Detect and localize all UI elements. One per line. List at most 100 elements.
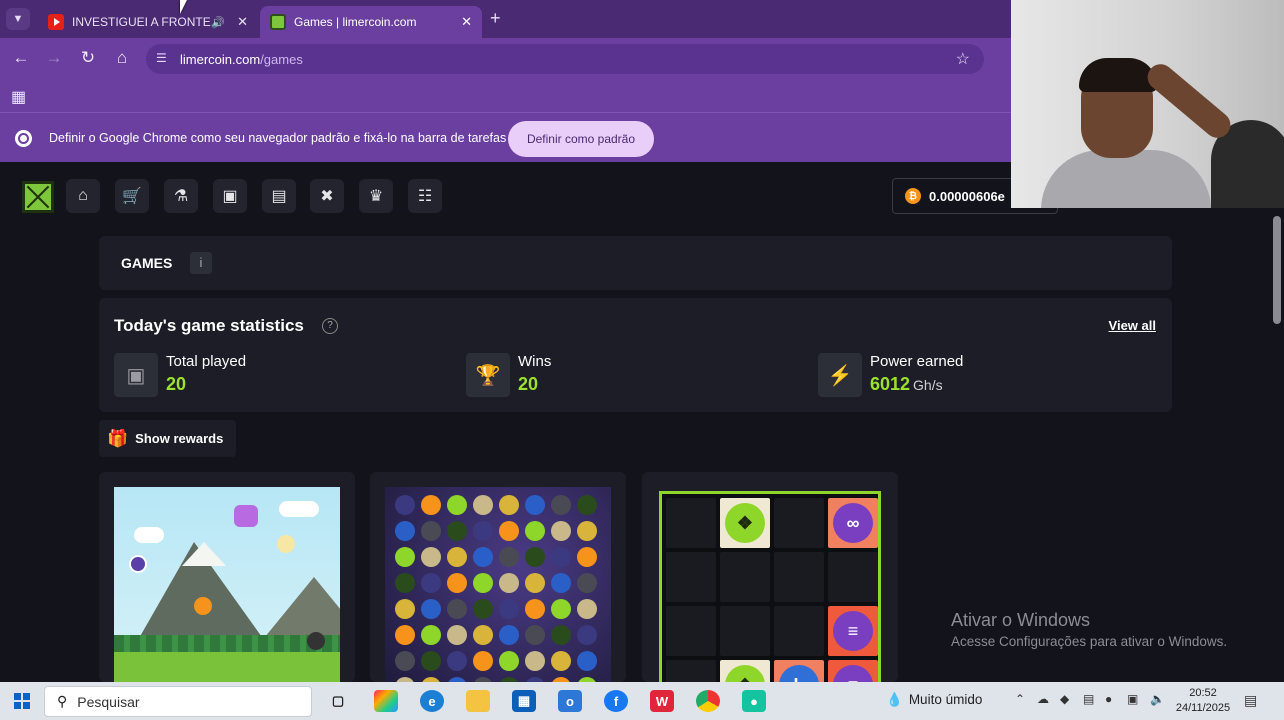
gem-tile (421, 573, 441, 593)
outlook-icon[interactable]: o (558, 690, 582, 712)
stat-value: 20 (166, 374, 187, 394)
close-tab-icon[interactable]: ✕ (237, 14, 248, 30)
crown-icon[interactable]: ♛ (359, 179, 393, 213)
newspaper-icon[interactable]: ☷ (408, 179, 442, 213)
gem-tile (499, 547, 519, 567)
search-icon: ⚲ (57, 693, 68, 709)
new-tab-button[interactable]: + (490, 8, 501, 29)
chrome-icon (15, 130, 32, 147)
gamepad-icon: ▣ (114, 353, 158, 397)
gem-tile (421, 625, 441, 645)
forward-button[interactable]: → (43, 48, 65, 68)
reload-button[interactable]: ↻ (77, 48, 99, 68)
volume-icon[interactable]: 🔈 (1150, 692, 1165, 706)
stats-title: Today's game statistics (114, 316, 304, 335)
gem-tile (395, 625, 415, 645)
gamepad-icon[interactable]: ▣ (213, 179, 247, 213)
windows-activation-title: Ativar o Windows (951, 610, 1091, 630)
gem-tile (395, 547, 415, 567)
tab-games[interactable]: Games | limercoin.com ✕ (260, 6, 482, 38)
gem-tile (473, 599, 493, 619)
game-card-merge[interactable]: ❖ ∞ ≡ ❖ Ł ≡ (642, 472, 898, 682)
limercoin-icon (270, 14, 286, 30)
balance-value: 0.00000606e (929, 188, 1005, 204)
windows-taskbar: ⚲ Pesquisar ▢ e ▦ o f W ● 💧 Muito úmido ⌃… (0, 682, 1284, 720)
tab-youtube[interactable]: INVESTIGUEI A FRONTEIRA 🔊 ✕ (38, 6, 258, 38)
gem-tile (499, 573, 519, 593)
apps-grid-icon[interactable]: ▦ (11, 87, 26, 107)
view-all-link[interactable]: View all (1109, 318, 1156, 333)
help-icon[interactable]: ? (322, 318, 338, 334)
network-icon[interactable]: ▣ (1127, 692, 1138, 706)
url-domain: limercoin.com (180, 51, 261, 67)
task-view-icon[interactable]: ▢ (326, 690, 350, 712)
show-rewards-button[interactable]: 🎁 Show rewards (99, 420, 236, 457)
gem-tile (421, 651, 441, 671)
app-icon[interactable]: ● (742, 690, 766, 712)
stat-value: 20 (518, 374, 539, 394)
flask-icon[interactable]: ⚗ (164, 179, 198, 213)
microphone-icon[interactable]: ● (1105, 692, 1112, 706)
weather-text: Muito úmido (908, 692, 983, 707)
info-icon[interactable]: i (190, 252, 212, 274)
speaker-icon[interactable]: 🔊 (211, 16, 225, 29)
tab-search-button[interactable]: ▼ (6, 8, 30, 30)
tools-icon[interactable]: ✖ (310, 179, 344, 213)
page-title: GAMES (121, 255, 173, 271)
gem-tile (525, 521, 545, 541)
limercoin-logo[interactable] (22, 181, 54, 213)
address-bar[interactable]: ☰ limercoin.com/games ☆ (146, 44, 984, 74)
notification-icon[interactable]: ▤ (1244, 692, 1257, 709)
home-button[interactable]: ⌂ (111, 48, 133, 68)
weather-widget[interactable]: 💧 Muito úmido (886, 692, 982, 708)
file-explorer-icon[interactable] (466, 690, 490, 712)
gem-tile (499, 599, 519, 619)
set-default-button[interactable]: Definir como padrão (508, 121, 654, 157)
page-scrollbar[interactable] (1270, 208, 1284, 682)
site-settings-icon[interactable]: ☰ (156, 51, 167, 65)
gem-tile (447, 547, 467, 567)
edge-icon[interactable]: e (420, 690, 444, 712)
stat-label: Wins (518, 353, 552, 370)
game-card-jump[interactable] (99, 472, 355, 682)
facebook-icon[interactable]: f (604, 690, 628, 712)
gem-tile (473, 495, 493, 515)
gem-tile (447, 599, 467, 619)
briefcase-icon[interactable]: ▤ (262, 179, 296, 213)
tab-title: Games | limercoin.com (294, 15, 417, 29)
cart-icon[interactable]: 🛒 (115, 179, 149, 213)
store-icon[interactable]: ▦ (512, 690, 536, 712)
gem-tile (551, 495, 571, 515)
taskbar-search[interactable]: ⚲ Pesquisar (44, 686, 312, 717)
security-icon[interactable]: ◆ (1060, 692, 1069, 706)
display-icon[interactable]: ▤ (1083, 692, 1094, 706)
gem-tile (577, 651, 597, 671)
webcam-overlay (1011, 0, 1284, 208)
game-card-match3[interactable] (370, 472, 626, 682)
gem-tile (421, 521, 441, 541)
gem-tile (473, 625, 493, 645)
onedrive-icon[interactable]: ☁ (1037, 692, 1049, 706)
copilot-icon[interactable] (374, 690, 398, 712)
stat-value: 6012 Gh/s (870, 374, 943, 394)
youtube-icon (48, 14, 64, 30)
system-clock[interactable]: 20:52 24/11/2025 (1175, 686, 1231, 716)
bookmark-star-icon[interactable]: ☆ (956, 49, 970, 69)
gem-tile (473, 573, 493, 593)
chevron-up-icon[interactable]: ⌃ (1015, 692, 1025, 706)
mouse-cursor (180, 0, 187, 14)
gem-tile (551, 651, 571, 671)
chrome-taskbar-icon[interactable] (696, 690, 720, 712)
gem-tile (551, 625, 571, 645)
back-button[interactable]: ← (10, 48, 32, 68)
home-icon[interactable]: ⌂ (66, 179, 100, 213)
gem-tile (447, 651, 467, 671)
tab-title: INVESTIGUEI A FRONTEIRA (72, 15, 211, 29)
game-statistics-panel: Today's game statistics ? View all ▣ Tot… (99, 298, 1172, 412)
close-tab-icon[interactable]: ✕ (461, 14, 472, 30)
gem-tile (577, 625, 597, 645)
windows-start-icon[interactable] (14, 693, 30, 709)
wps-office-icon[interactable]: W (650, 690, 674, 712)
gem-tile (421, 495, 441, 515)
show-rewards-label: Show rewards (135, 431, 224, 446)
